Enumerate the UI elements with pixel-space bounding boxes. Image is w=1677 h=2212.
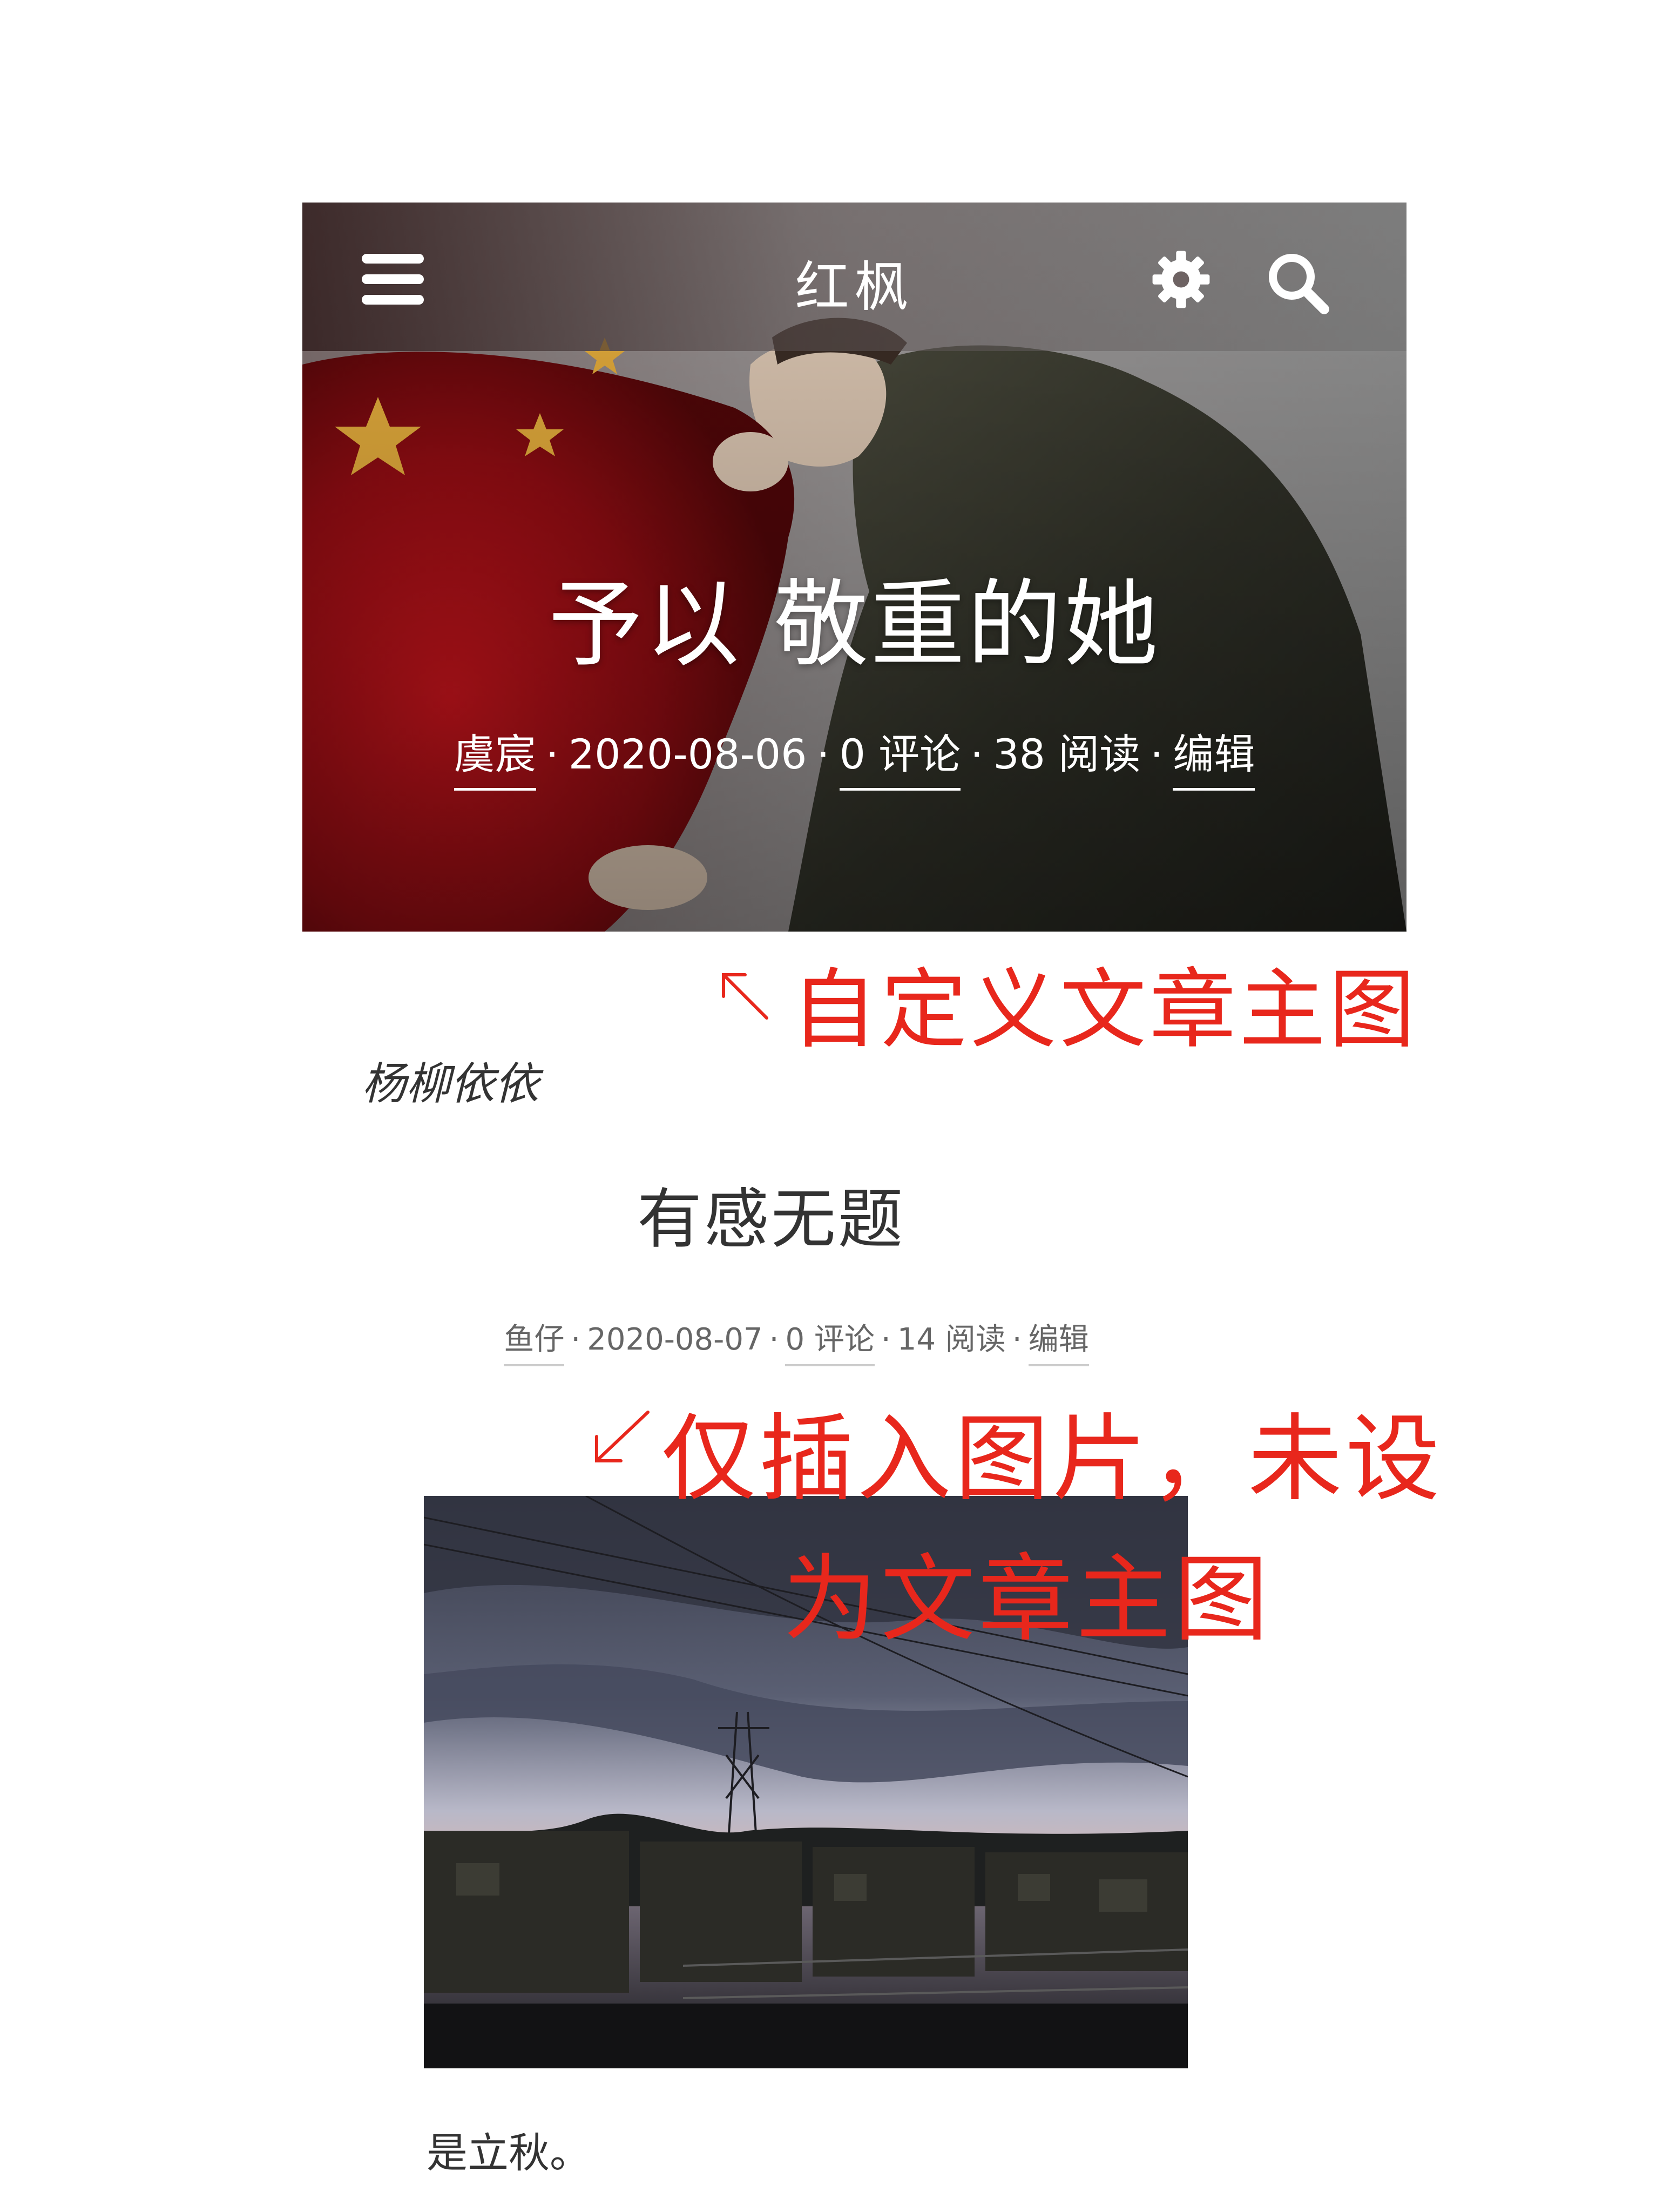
site-title[interactable]: 红枫 bbox=[302, 243, 1406, 321]
annotation-custom-featured-image: 自定义文章主图 bbox=[791, 959, 1419, 1060]
post-excerpt: 是立秋。 bbox=[427, 2129, 591, 2177]
meta-separator: · bbox=[881, 1322, 891, 1357]
edit-link[interactable]: 编辑 bbox=[1028, 1315, 1089, 1366]
post-date: 2020-08-06 bbox=[568, 730, 807, 778]
view-count: 14 阅读 bbox=[897, 1322, 1006, 1357]
meta-separator: · bbox=[571, 1322, 581, 1357]
meta-separator: · bbox=[769, 1322, 779, 1357]
post-title[interactable]: 有感无题 bbox=[637, 1166, 905, 1260]
search-icon[interactable] bbox=[1263, 248, 1331, 316]
meta-separator: · bbox=[545, 730, 559, 778]
post-excerpt: 杨柳依依 bbox=[362, 1058, 539, 1110]
annotation-arrow-down-left bbox=[595, 1411, 650, 1462]
screenshot-canvas: 红枫 予以 敬重的她 虞宸 · 2020-08-06 · 0 评论 · 38 阅读 · 编辑 bbox=[0, 0, 1677, 2212]
featured-post-title[interactable]: 予以 敬重的她 bbox=[302, 548, 1406, 685]
meta-separator: · bbox=[1150, 730, 1164, 778]
annotation-arrow-up-left bbox=[722, 973, 768, 1020]
annotation-inserted-image-line-2: 为文章主图 bbox=[783, 1545, 1272, 1655]
post-meta: 鱼仔 · 2020-08-07 · 0 评论 · 14 阅读 · 编辑 bbox=[0, 1315, 1593, 1366]
meta-separator: · bbox=[970, 730, 984, 778]
view-count: 38 阅读 bbox=[993, 730, 1141, 778]
meta-separator: · bbox=[816, 730, 830, 778]
author-link[interactable]: 鱼仔 bbox=[504, 1315, 565, 1366]
post-date: 2020-08-07 bbox=[587, 1322, 763, 1357]
edit-link[interactable]: 编辑 bbox=[1173, 721, 1255, 791]
comments-link[interactable]: 0 评论 bbox=[839, 721, 961, 791]
featured-post-meta: 虞宸 · 2020-08-06 · 0 评论 · 38 阅读 · 编辑 bbox=[302, 721, 1406, 791]
author-link[interactable]: 虞宸 bbox=[454, 721, 536, 791]
meta-separator: · bbox=[1012, 1322, 1022, 1357]
comments-link[interactable]: 0 评论 bbox=[785, 1315, 875, 1366]
annotation-inserted-image-line-1: 仅插入图片，未设 bbox=[661, 1405, 1443, 1514]
featured-post-card[interactable]: 红枫 予以 敬重的她 虞宸 · 2020-08-06 · 0 评论 · 38 阅读 · 编辑 bbox=[302, 203, 1406, 932]
gear-icon[interactable] bbox=[1150, 248, 1212, 311]
